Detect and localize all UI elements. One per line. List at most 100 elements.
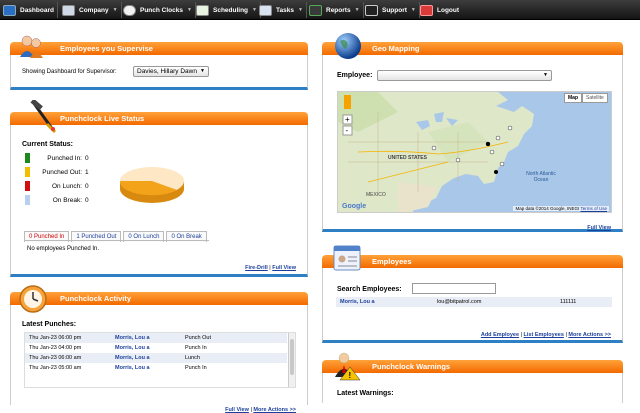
warnings-panel: ! Punchclock Warnings Latest Warnings:	[322, 352, 623, 403]
employee-row[interactable]: Morris, Lou a lou@bitpatrol.com 111111	[336, 297, 612, 307]
nav-company[interactable]: Company ▼	[62, 0, 122, 20]
svg-text:+: +	[345, 115, 350, 124]
geo-full-view-link[interactable]: Full View	[587, 225, 611, 231]
supervisor-label: Showing Dashboard for Supervisor:	[22, 69, 117, 75]
latest-punches-label: Latest Punches:	[22, 321, 77, 328]
punch-action: Lunch	[185, 355, 200, 361]
table-row[interactable]: Thu Jan-23 06:00 pm Morris, Lou a Punch Ou…	[25, 333, 287, 343]
people-icon	[20, 35, 43, 58]
chevron-down-icon: ▼	[186, 7, 192, 13]
nav-reports[interactable]: Reports ▼	[309, 0, 364, 20]
status-on-lunch: On Lunch: 0	[25, 181, 89, 191]
geo-header: Geo Mapping	[322, 42, 623, 55]
top-nav-bar: Dashboard Company ▼ Punch Clocks ▼ Sched…	[0, 0, 640, 20]
svg-text:!: !	[349, 371, 352, 380]
dashboard-icon	[3, 4, 16, 16]
employees-header: Employees	[322, 255, 623, 268]
chevron-down-icon: ▼	[252, 7, 257, 13]
activity-more-actions-link[interactable]: More Actions >>	[253, 407, 296, 413]
support-icon	[365, 4, 378, 16]
stamp-icon	[30, 100, 57, 134]
clock-icon	[19, 285, 47, 313]
punch-list-scrollbar[interactable]	[288, 333, 295, 387]
nav-dashboard[interactable]: Dashboard	[3, 0, 58, 20]
status-pie-chart	[119, 167, 184, 203]
map-type-satellite-button[interactable]: Satellite	[582, 93, 608, 103]
supervise-panel: Employees you Supervise Showing Dashboar…	[10, 35, 308, 90]
supervise-header: Employees you Supervise	[10, 42, 308, 55]
table-row[interactable]: Thu Jan-23 06:00 am Morris, Lou a Lunch	[25, 353, 287, 363]
employee-name-link[interactable]: Morris, Lou a	[340, 299, 375, 305]
map-terms-link[interactable]: Terms of Use	[580, 206, 607, 211]
geo-body: Employee: ▼ UNITED STATES MEXICO North A…	[322, 55, 623, 232]
scheduling-icon	[196, 4, 209, 16]
employees-title: Employees	[372, 257, 412, 266]
warnings-title: Punchclock Warnings	[372, 362, 451, 371]
current-status-label: Current Status:	[22, 141, 73, 148]
employee-email: lou@bitpatrol.com	[437, 299, 482, 305]
fire-drill-link[interactable]: Fire-Drill	[245, 265, 268, 271]
activity-header: Punchclock Activity	[10, 292, 308, 305]
punch-employee-link[interactable]: Morris, Lou a	[111, 353, 181, 363]
punch-time: Thu Jan-23 05:00 am	[29, 365, 82, 371]
warning-person-icon: !	[335, 352, 361, 381]
nav-support[interactable]: Support ▼	[365, 0, 420, 20]
live-status-panel: Punchclock Live Status Current Status: P…	[10, 100, 308, 277]
employees-more-actions-link[interactable]: More Actions >>	[568, 332, 611, 338]
map-label-ocean: North Atlantic Ocean	[526, 171, 556, 183]
map-zoom-controls[interactable]: + -	[342, 95, 354, 145]
activity-full-view-link[interactable]: Full View	[225, 407, 249, 413]
live-status-title: Punchclock Live Status	[60, 114, 145, 123]
table-row[interactable]: Thu Jan-23 05:00 am Morris, Lou a Punch In	[25, 363, 287, 373]
status-on-break: On Break: 0	[25, 195, 89, 205]
table-row[interactable]: Thu Jan-23 04:00 pm Morris, Lou a Punch In	[25, 343, 287, 353]
chevron-down-icon: ▼	[112, 7, 118, 13]
chevron-down-icon: ▼	[410, 7, 416, 13]
map-view[interactable]: UNITED STATES MEXICO North Atlantic Ocea…	[337, 91, 612, 213]
nav-punch-clocks[interactable]: Punch Clocks ▼	[123, 0, 196, 20]
map-label-us: UNITED STATES	[388, 155, 427, 161]
chevron-down-icon: ▼	[543, 72, 548, 78]
warnings-body: Latest Warnings:	[322, 373, 623, 403]
punch-action: Punch In	[185, 365, 207, 371]
punch-time: Thu Jan-23 06:00 am	[29, 355, 82, 361]
search-employees-input[interactable]	[412, 283, 496, 294]
supervise-body: Showing Dashboard for Supervisor: Davies…	[10, 55, 308, 90]
list-employees-link[interactable]: List Employees	[524, 332, 564, 338]
employees-links: Add Employee | List Employees | More Act…	[480, 332, 611, 338]
status-swatch	[25, 167, 30, 177]
supervisor-select[interactable]: Davies, Hillary Dawn ▼	[133, 66, 209, 77]
full-view-link[interactable]: Full View	[272, 265, 296, 271]
empty-message: No employees Punched In.	[27, 246, 100, 252]
punch-employee-link[interactable]: Morris, Lou a	[111, 363, 181, 373]
map-label-mexico: MEXICO	[366, 192, 386, 198]
punch-time: Thu Jan-23 06:00 pm	[29, 335, 82, 341]
globe-icon	[335, 33, 361, 59]
latest-warnings-label: Latest Warnings:	[337, 390, 394, 397]
nav-scheduling[interactable]: Scheduling ▼	[196, 0, 261, 20]
add-employee-link[interactable]: Add Employee	[481, 332, 519, 338]
employees-body: Search Employees: Morris, Lou a lou@bitp…	[322, 268, 623, 343]
activity-links: Full View | More Actions >>	[225, 407, 296, 413]
map-type-map-button[interactable]: Map	[564, 93, 582, 103]
activity-panel: Punchclock Activity Latest Punches: Thu …	[10, 285, 308, 413]
nav-logout[interactable]: Logout	[420, 0, 459, 20]
activity-body: Latest Punches: Thu Jan-23 06:00 pm Morri…	[10, 305, 308, 413]
punch-employee-link[interactable]: Morris, Lou a	[111, 343, 181, 353]
id-card-icon	[333, 245, 361, 271]
google-logo: Google	[342, 203, 367, 210]
employee-select[interactable]: ▼	[377, 70, 552, 81]
punch-list[interactable]: Thu Jan-23 06:00 pm Morris, Lou a Punch Ou…	[24, 332, 296, 388]
pegman-icon[interactable]	[344, 95, 351, 109]
scrollbar-thumb[interactable]	[290, 339, 294, 375]
status-punched-out: Punched Out: 1	[25, 167, 89, 177]
warnings-header: Punchclock Warnings	[322, 360, 623, 373]
search-employees-label: Search Employees:	[337, 286, 402, 293]
map-type-control: Map Satellite	[564, 93, 608, 103]
punch-action: Punch Out	[185, 335, 211, 341]
status-swatch	[25, 181, 30, 191]
nav-tasks[interactable]: Tasks ▼	[259, 0, 307, 20]
punch-employee-link[interactable]: Morris, Lou a	[111, 333, 181, 343]
activity-title: Punchclock Activity	[60, 294, 131, 303]
punch-time: Thu Jan-23 04:00 pm	[29, 345, 82, 351]
